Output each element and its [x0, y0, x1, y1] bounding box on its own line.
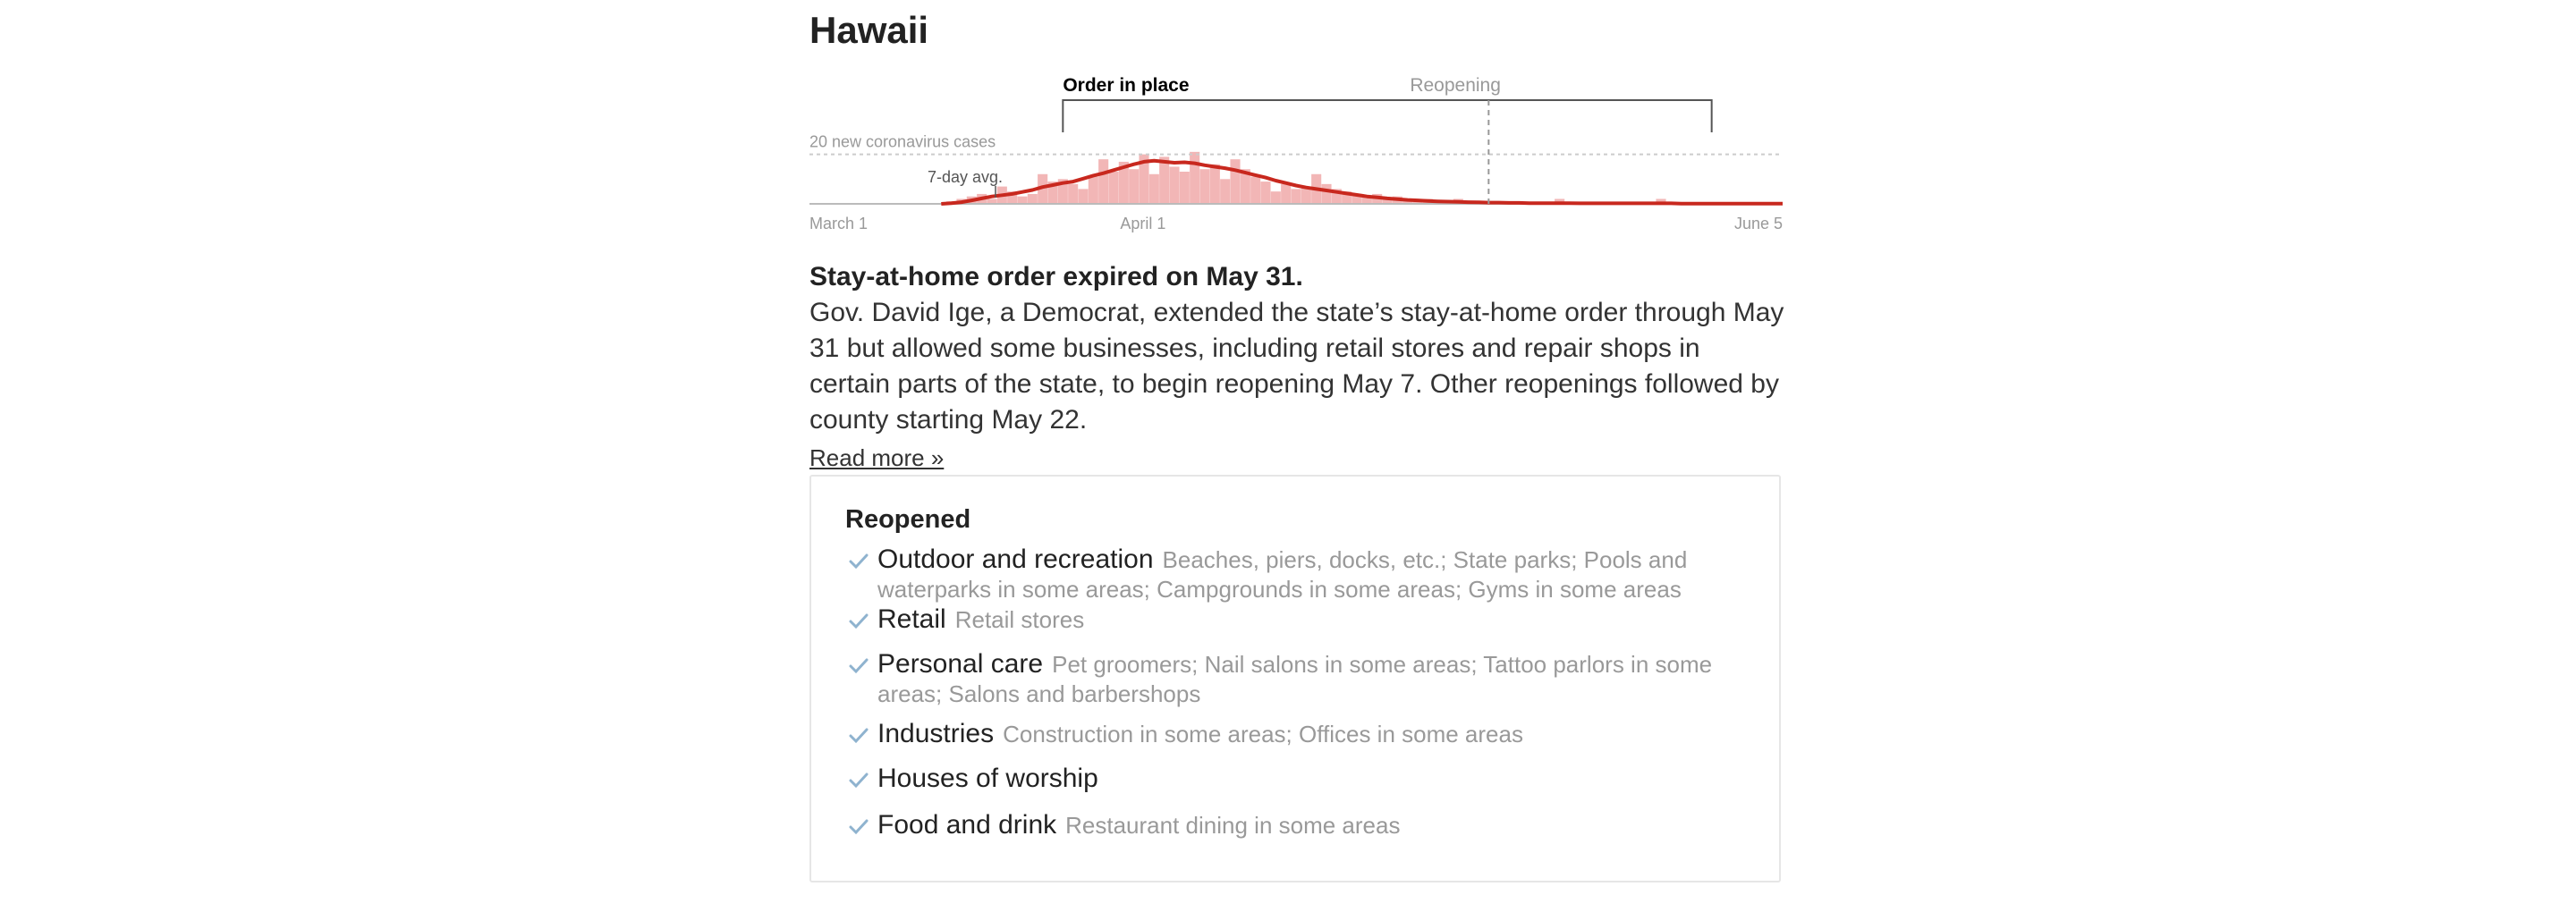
- cases-chart-svg: Order in place Reopening 20 new coronavi…: [809, 75, 1783, 232]
- description-body: Gov. David Ige, a Democrat, extended the…: [809, 298, 1784, 435]
- reopened-panel: Reopened Outdoor and recreation Beaches, …: [809, 475, 1781, 882]
- case-bar: [1250, 176, 1261, 204]
- reopened-item-text: Retail Retail stores: [877, 606, 1749, 637]
- cases-chart: Order in place Reopening 20 new coronavi…: [809, 70, 1784, 253]
- reopened-item: Outdoor and recreation Beaches, piers, do…: [845, 546, 1749, 606]
- reopened-title: Reopened: [845, 505, 971, 534]
- order-in-place-label: Order in place: [1063, 75, 1189, 96]
- case-bar: [1220, 179, 1231, 204]
- case-bar: [1190, 151, 1200, 204]
- x-tick-label: June 5: [1734, 215, 1783, 232]
- reopened-details: Construction in some areas; Offices in s…: [1003, 721, 1523, 747]
- reopened-category: Outdoor and recreation: [877, 545, 1154, 574]
- reopened-category: Personal care: [877, 649, 1044, 679]
- x-tick-label: March 1: [809, 215, 868, 232]
- case-bar: [1321, 183, 1332, 204]
- reopened-item-text: Industries Construction in some areas; Of…: [877, 721, 1749, 751]
- reopened-item: Houses of worship: [845, 765, 1749, 812]
- cases-reference-label: 20 new coronavirus cases: [809, 133, 996, 151]
- case-bar: [1179, 172, 1190, 204]
- checkmark-icon: [849, 819, 869, 835]
- case-bar: [1108, 172, 1119, 204]
- reopened-item-text: Food and drink Restaurant dining in some …: [877, 812, 1749, 842]
- reopened-category: Industries: [877, 719, 995, 748]
- case-bar: [1199, 169, 1210, 204]
- reopened-item: Industries Construction in some areas; Of…: [845, 721, 1749, 765]
- checkmark-icon: [849, 553, 869, 570]
- case-bar: [1017, 196, 1028, 204]
- reopened-item-text: Outdoor and recreation Beaches, piers, do…: [877, 546, 1749, 606]
- reopened-category: Food and drink: [877, 810, 1057, 840]
- reopened-item: Food and drink Restaurant dining in some …: [845, 812, 1749, 858]
- reopened-details: Retail stores: [954, 606, 1085, 633]
- checkmark-icon: [849, 658, 869, 674]
- reopened-details: Restaurant dining in some areas: [1065, 812, 1401, 839]
- case-bar: [1260, 182, 1271, 204]
- state-title: Hawaii: [809, 9, 929, 51]
- read-more-link[interactable]: Read more »: [809, 440, 944, 476]
- case-bar: [1129, 169, 1140, 204]
- case-bar: [1230, 159, 1241, 204]
- case-bar: [1098, 159, 1109, 204]
- case-bar: [1270, 191, 1281, 204]
- reopened-item-text: Personal care Pet groomers; Nail salons i…: [877, 651, 1749, 711]
- order-bracket: [1062, 99, 1713, 132]
- checkmark-icon: [849, 728, 869, 744]
- avg-label: 7-day avg.: [928, 168, 1003, 186]
- reopened-list: Outdoor and recreation Beaches, piers, do…: [845, 546, 1749, 858]
- case-bar: [1281, 183, 1292, 204]
- reopened-category: Retail: [877, 604, 946, 634]
- checkmark-icon: [849, 613, 869, 629]
- case-bar: [1148, 173, 1159, 204]
- case-bar: [1027, 193, 1038, 204]
- reopened-item: Personal care Pet groomers; Nail salons i…: [845, 651, 1749, 721]
- reopened-item: Retail Retail stores: [845, 606, 1749, 651]
- case-bar: [1068, 183, 1079, 204]
- description-title: Stay-at-home order expired on May 31.: [809, 262, 1303, 291]
- bar-group: [946, 151, 1666, 204]
- case-bar: [1209, 164, 1220, 204]
- x-tick-label: April 1: [1120, 215, 1165, 232]
- reopening-label: Reopening: [1410, 75, 1501, 96]
- case-bar: [1169, 166, 1180, 204]
- reopened-item-text: Houses of worship: [877, 765, 1749, 796]
- case-bar: [1291, 189, 1301, 204]
- checkmark-icon: [849, 773, 869, 789]
- case-bar: [1078, 189, 1089, 204]
- description: Stay-at-home order expired on May 31. Go…: [809, 259, 1784, 476]
- reopened-category: Houses of worship: [877, 764, 1098, 793]
- case-bar: [1088, 176, 1098, 204]
